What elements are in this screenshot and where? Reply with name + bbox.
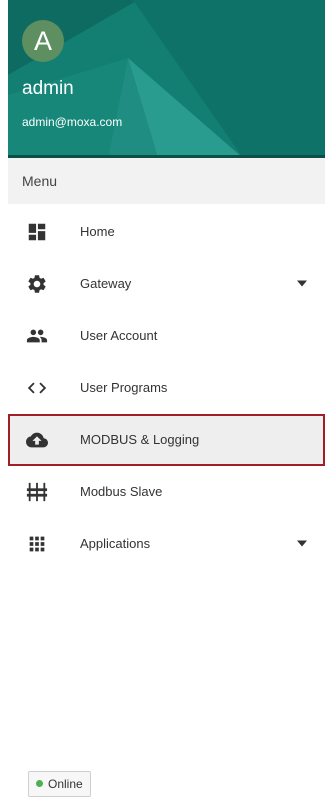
sidebar-item-user-programs[interactable]: User Programs [8, 362, 325, 414]
cloud-upload-icon [26, 432, 48, 448]
sidebar-item-label: Applications [80, 536, 151, 551]
apps-grid-icon [29, 536, 45, 552]
avatar[interactable]: A [22, 20, 64, 62]
sidebar-item-home[interactable]: Home [8, 206, 325, 258]
equalizer-icon [26, 482, 48, 502]
profile-header: A admin admin@moxa.com [8, 0, 325, 158]
sidebar-item-applications[interactable]: Applications [8, 518, 325, 570]
sidebar-item-label: Modbus Slave [80, 484, 163, 499]
sidebar-item-label: Gateway [80, 276, 132, 291]
chevron-down-icon[interactable] [297, 540, 307, 547]
user-name: admin [22, 78, 74, 99]
people-icon [26, 329, 48, 343]
sidebar-item-label: Home [80, 224, 115, 239]
dashboard-icon [28, 223, 46, 241]
sidebar-item-modbus-logging[interactable]: MODBUS & Logging [8, 414, 325, 466]
sidebar-item-label: User Programs [80, 380, 168, 395]
status-label: Online [48, 777, 83, 791]
sidebar-item-label: User Account [80, 328, 158, 343]
sidebar-item-gateway[interactable]: Gateway [8, 258, 325, 310]
sidebar-item-label: MODBUS & Logging [80, 432, 200, 447]
sidebar-item-user-account[interactable]: User Account [8, 310, 325, 362]
menu-title: Menu [8, 158, 325, 204]
code-icon [27, 382, 47, 394]
sidebar-item-modbus-slave[interactable]: Modbus Slave [8, 466, 325, 518]
chevron-down-icon[interactable] [297, 280, 307, 287]
status-dot-icon [36, 780, 43, 788]
gear-icon [28, 275, 46, 293]
user-email: admin@moxa.com [22, 115, 123, 129]
status-badge: Online [28, 771, 91, 797]
sidebar-nav: Home Gateway User Account User Programs … [8, 206, 325, 570]
